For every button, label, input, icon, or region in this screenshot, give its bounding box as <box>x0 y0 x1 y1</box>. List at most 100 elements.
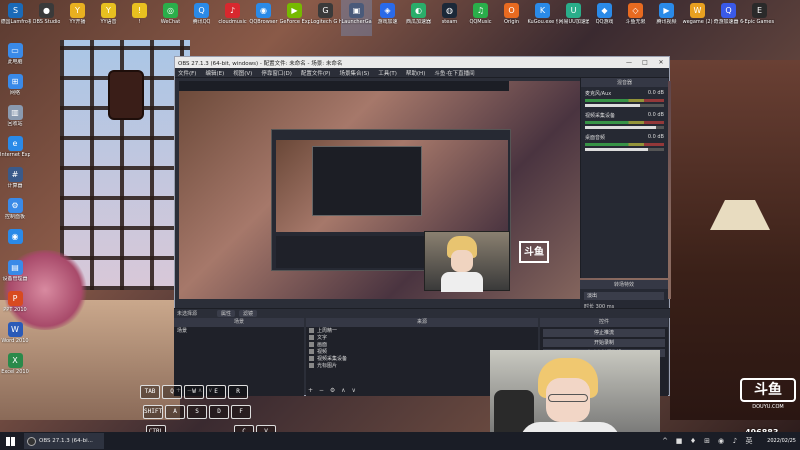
maximize-icon[interactable]: □ <box>637 59 653 66</box>
app-icon: X <box>7 353 23 368</box>
app-icon: ◇ <box>628 3 643 18</box>
app-icon: U <box>566 3 581 18</box>
properties-button[interactable]: 属性 <box>217 310 236 317</box>
close-icon[interactable]: ✕ <box>653 59 669 66</box>
top-0[interactable]: S德国Lamfro机翼 <box>0 0 31 36</box>
left-3[interactable]: eInternet Explorer <box>0 133 30 164</box>
top-21[interactable]: ▶ 腾讯视频 <box>651 0 682 36</box>
top-6[interactable]: Q 腾讯QQ <box>186 0 217 36</box>
top-14[interactable]: ◍ steam <box>434 0 465 36</box>
scene-item[interactable]: 场景 <box>174 327 304 334</box>
desktop-icon-label: Internet Explorer <box>0 152 30 158</box>
app-icon: W <box>7 322 23 337</box>
menu-item[interactable]: 文件(F) <box>178 69 196 77</box>
desktop-icon-label: PPT 2010 <box>3 307 27 313</box>
top-2[interactable]: Y YY开播 <box>62 0 93 36</box>
tray-icon[interactable]: ♪ <box>730 436 740 446</box>
menu-item[interactable]: 场景集合(S) <box>339 69 369 77</box>
transition-select[interactable]: 淡出 <box>584 292 664 300</box>
left-4[interactable]: # 计算器 <box>0 164 30 195</box>
left-10[interactable]: X Excel 2010 <box>0 350 30 381</box>
start-button[interactable] <box>0 432 20 450</box>
channel-name: 麦克风/Aux <box>585 91 612 97</box>
volume-slider[interactable] <box>585 126 664 129</box>
audio-mixer-panel: 混音器 麦克风/Aux 0.0 dB 视频采集设备 0.0 dB 桌面音频 0.0 dB <box>580 78 668 278</box>
top-20[interactable]: ◇ 斗鱼无限 <box>620 0 651 36</box>
menu-item[interactable]: 停靠窗口(D) <box>261 69 292 77</box>
left-1[interactable]: ⊞ 网络 <box>0 71 30 102</box>
minimize-icon[interactable]: — <box>621 59 637 66</box>
desktop-icon-label: LauncherGame <box>341 19 372 25</box>
top-22[interactable]: Wwegame (2) <box>682 0 713 36</box>
taskbar-obs[interactable]: OBS 27.1.3 (64-bi... <box>24 433 104 449</box>
menu-item[interactable]: 斗鱼·在下直播间 <box>434 69 474 77</box>
control-button[interactable]: 停止推流 <box>543 329 665 337</box>
taskbar-clock[interactable]: 2022/02/25 <box>760 438 800 444</box>
top-16[interactable]: O Origin <box>496 0 527 36</box>
source-item[interactable]: 画面 <box>306 341 538 348</box>
top-9[interactable]: ▶GeForce Experience <box>279 0 310 36</box>
app-icon: # <box>7 167 23 182</box>
desktop-icon-label: 回收站 <box>7 121 23 127</box>
desktop-icon-label: 斗鱼无限 <box>625 19 646 25</box>
desktop-icon-label: QQ游戏 <box>595 19 614 25</box>
preview-douyu-logo: 斗鱼 <box>519 241 549 263</box>
top-3[interactable]: Y YY语音 <box>93 0 124 36</box>
control-button[interactable]: 开始录制 <box>543 339 665 347</box>
top-12[interactable]: ◈ 游戏加速 <box>372 0 403 36</box>
top-1[interactable]: ● OBS Studio <box>31 0 62 36</box>
tray-icon[interactable]: ■ <box>674 436 684 446</box>
left-6[interactable]: ◉ <box>0 226 30 257</box>
app-icon: ◉ <box>7 229 23 244</box>
top-19[interactable]: ◆ QQ游戏 <box>589 0 620 36</box>
tray-icon[interactable]: 英 <box>744 436 754 446</box>
desktop-icon-label: OBS Studio <box>32 19 61 25</box>
windows-icon <box>5 436 15 446</box>
desktop-icon-label: 奇游加速器 64位 <box>713 19 744 25</box>
app-icon: ◍ <box>442 3 457 18</box>
source-name: 文字 <box>317 335 328 341</box>
top-5[interactable]: ◎ WeChat <box>155 0 186 36</box>
volume-fill <box>585 126 657 129</box>
top-17[interactable]: KKuGou.exe 快捷方式 <box>527 0 558 36</box>
transitions-panel: 转场特效 淡出 时长 300 ms <box>580 280 668 310</box>
top-18[interactable]: U 网易UU加速器 <box>558 0 589 36</box>
menu-item[interactable]: 帮助(H) <box>406 69 425 77</box>
obs-titlebar[interactable]: OBS 27.1.3 (64-bit, windows) - 配置文件: 未命名… <box>175 57 669 68</box>
left-5[interactable]: ⚙ 控制面板 <box>0 195 30 226</box>
menu-item[interactable]: 编辑(E) <box>205 69 224 77</box>
top-7[interactable]: ♪ cloudmusic <box>217 0 248 36</box>
volume-slider[interactable] <box>585 104 664 107</box>
tray-icon[interactable]: ⊞ <box>702 436 712 446</box>
left-9[interactable]: W Word 2010 <box>0 319 30 350</box>
menu-item[interactable]: 配置文件(P) <box>301 69 331 77</box>
left-8[interactable]: P PPT 2010 <box>0 288 30 319</box>
tray-icon[interactable]: ^ <box>660 436 670 446</box>
top-15[interactable]: ♫ QQMusic <box>465 0 496 36</box>
app-icon: O <box>504 3 519 18</box>
desktop-top-icons: S德国Lamfro机翼●OBS StudioYYY开播YYY语音!!◎WeCha… <box>0 0 800 36</box>
source-item[interactable]: 文字 <box>306 334 538 341</box>
top-24[interactable]: EEpic Games Launcher <box>744 0 775 36</box>
filters-button[interactable]: 滤镜 <box>239 310 258 317</box>
source-item[interactable]: 上周精一 <box>306 327 538 334</box>
menu-item[interactable]: 工具(T) <box>378 69 397 77</box>
top-11[interactable]: ▣LauncherGame <box>341 0 372 36</box>
app-icon: G <box>318 3 333 18</box>
volume-slider[interactable] <box>585 148 664 151</box>
top-4[interactable]: !! <box>124 0 155 36</box>
mixer-channel: 桌面音频 0.0 dB <box>581 131 668 153</box>
desktop-icon-label: cloudmusic <box>218 19 247 25</box>
left-7[interactable]: ▤ 设备管理器 <box>0 257 30 288</box>
desktop-icon-label: Logitech G HUB <box>310 19 341 25</box>
top-23[interactable]: Q奇游加速器 64位 <box>713 0 744 36</box>
top-8[interactable]: ◉ QQBrowser <box>248 0 279 36</box>
left-0[interactable]: ▭ 此电脑 <box>0 40 30 71</box>
top-10[interactable]: GLogitech G HUB <box>310 0 341 36</box>
tray-icon[interactable]: ♦ <box>688 436 698 446</box>
source-tools[interactable]: + − ⚙ ∧ ∨ <box>308 387 358 394</box>
menu-item[interactable]: 视图(V) <box>233 69 252 77</box>
tray-icon[interactable]: ◉ <box>716 436 726 446</box>
left-2[interactable]: ▥ 回收站 <box>0 102 30 133</box>
top-13[interactable]: ◐ 西瓜加速器 <box>403 0 434 36</box>
